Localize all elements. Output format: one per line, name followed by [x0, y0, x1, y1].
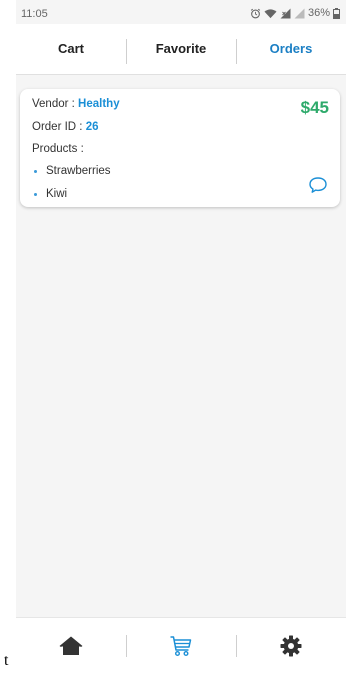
list-item: Kiwi — [32, 188, 111, 211]
chat-bubble-icon[interactable] — [308, 175, 328, 195]
product-list: Strawberries Kiwi — [32, 165, 111, 211]
vendor-row: Vendor : Healthy — [32, 98, 120, 110]
wifi-icon — [264, 8, 277, 18]
cart-icon — [170, 636, 192, 657]
status-bar: 11:05 36% — [16, 0, 346, 24]
vendor-label: Vendor : — [32, 98, 79, 110]
battery-percent: 36% — [307, 7, 330, 19]
bullet-icon — [34, 193, 37, 196]
signal-icon — [280, 8, 291, 18]
status-icons: 36% — [250, 7, 340, 19]
tab-cart[interactable]: Cart — [16, 24, 126, 74]
product-name: Kiwi — [46, 188, 68, 200]
product-name: Strawberries — [46, 165, 111, 177]
bullet-icon — [34, 170, 37, 173]
tab-favorite[interactable]: Favorite — [126, 24, 236, 74]
list-item: Strawberries — [32, 165, 111, 188]
nav-home[interactable] — [16, 618, 126, 674]
edge-letter: t — [4, 652, 9, 669]
vendor-name: Healthy — [78, 98, 120, 110]
tab-orders[interactable]: Orders — [236, 24, 346, 74]
top-tabs: Cart Favorite Orders — [16, 24, 346, 75]
nav-settings[interactable] — [236, 618, 346, 674]
screen: t 11:05 36% Cart Favorite Orders Vendor … — [0, 0, 346, 674]
nav-cart[interactable] — [126, 618, 236, 674]
order-price: $45 — [300, 98, 329, 117]
bottom-nav — [16, 617, 346, 674]
order-card[interactable]: Vendor : Healthy $45 Order ID : 26 Produ… — [20, 89, 340, 207]
app-window: 11:05 36% Cart Favorite Orders Vendor: … — [16, 0, 346, 674]
settings-gear-icon — [280, 635, 302, 657]
signal-icon-2 — [294, 8, 305, 18]
home-icon — [59, 636, 83, 655]
products-label: Products : — [32, 143, 84, 155]
battery-icon — [333, 7, 340, 19]
alarm-icon — [250, 8, 261, 18]
order-id-value: 26 — [85, 121, 99, 133]
order-id-row: Order ID : 26 — [32, 121, 98, 133]
order-id-label: Order ID : — [32, 121, 86, 133]
status-time: 11:05 — [21, 8, 48, 20]
